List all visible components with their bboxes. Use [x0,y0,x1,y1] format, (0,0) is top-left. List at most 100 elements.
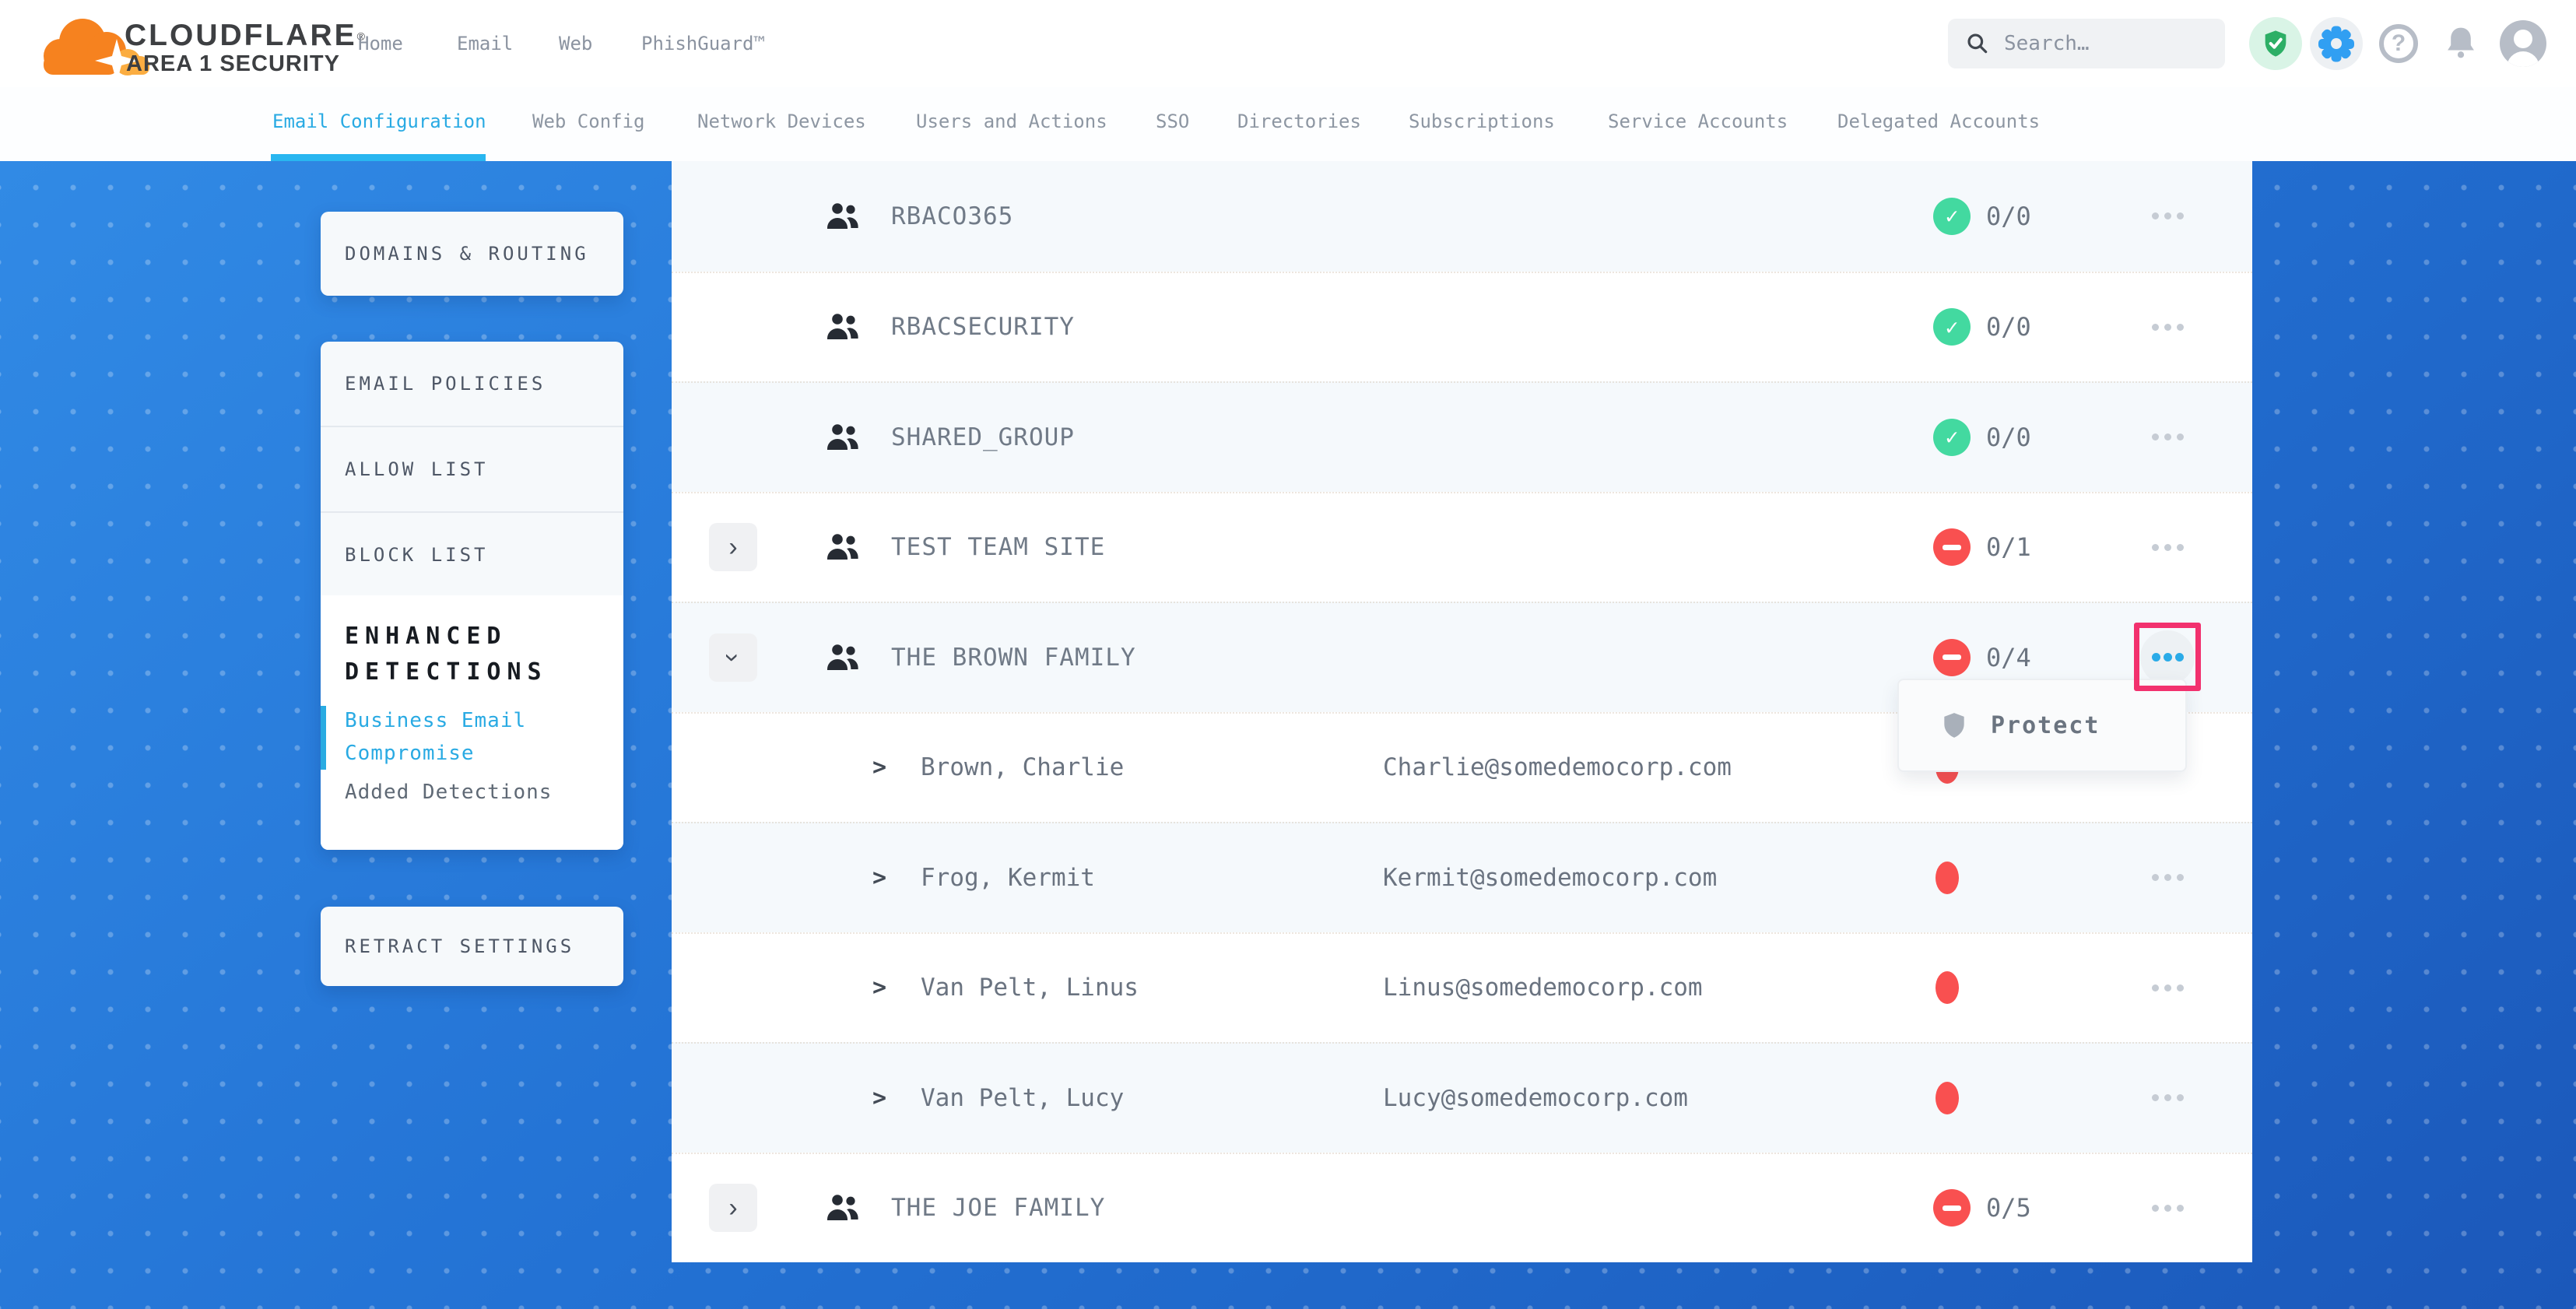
more-actions-button[interactable] [2152,1200,2184,1216]
sidebar-item-email-policies[interactable]: EMAIL POLICIES [321,342,623,427]
sidebar-item-allow-list[interactable]: ALLOW LIST [321,427,623,513]
protection-count: 0/1 [1986,532,2031,562]
expand-row-button[interactable] [709,523,757,571]
active-tab-indicator [271,154,486,161]
group-icon [824,642,862,673]
group-name: TEST TEAM SITE [891,533,1105,561]
brand-subtitle: AREA 1 SECURITY [126,51,340,77]
member-email: Linus@somedemocorp.com [1383,974,1703,1002]
table-row-member: Van Pelt, Lucy Lucy@somedemocorp.com [672,1042,2252,1153]
tab-email-configuration[interactable]: Email Configuration [272,111,486,132]
protection-count: 0/0 [1986,312,2031,342]
avatar [2500,20,2546,67]
annotation-highlight-box [2134,623,2201,691]
sidebar-item-added-detections[interactable]: Added Detections [321,781,623,804]
status-badge-pass [1933,419,1971,456]
tab-users-and-actions[interactable]: Users and Actions [916,111,1107,132]
app-header: CLOUDFLARE® AREA 1 SECURITY Home Email W… [0,0,2576,89]
chevron-right-icon[interactable] [872,1084,886,1111]
group-name: RBACO365 [891,202,1013,230]
member-email: Charlie@somedemocorp.com [1383,753,1732,781]
more-actions-button[interactable] [2152,980,2184,995]
sidebar-item-domains-routing[interactable]: DOMAINS & ROUTING [321,212,623,296]
member-email: Kermit@somedemocorp.com [1383,864,1717,892]
group-icon [824,422,862,453]
member-email: Lucy@somedemocorp.com [1383,1084,1688,1112]
member-name: Frog, Kermit [921,864,1095,892]
status-badge-pass [1933,308,1971,346]
help-icon[interactable]: ? [2372,17,2425,70]
sidebar-sublabel: Business Email Compromise [345,709,526,765]
tab-directories[interactable]: Directories [1237,111,1361,132]
sidebar-item-business-email-compromise[interactable]: Business Email Compromise [321,704,578,770]
nav-item-web[interactable]: Web [559,33,592,54]
protection-count: 0/0 [1986,202,2031,231]
group-name: SHARED_GROUP [891,423,1075,451]
group-icon [824,532,862,563]
chevron-right-icon [728,1195,737,1221]
gear-glyph [2315,22,2358,65]
shield-check-icon[interactable] [2249,17,2302,70]
menu-item-protect[interactable]: Protect [1991,712,2100,739]
search-icon [1965,31,1990,56]
tab-subscriptions[interactable]: Subscriptions [1409,111,1555,132]
tab-sso[interactable]: SSO [1156,111,1189,132]
sidebar-item-retract-settings[interactable]: RETRACT SETTINGS [321,907,623,986]
member-name: Van Pelt, Lucy [921,1084,1124,1112]
tab-web-config[interactable]: Web Config [532,111,645,132]
group-icon [824,311,862,342]
protection-count: 0/0 [1986,423,2031,452]
table-row-group: TEST TEAM SITE 0/1 [672,492,2252,602]
more-actions-button[interactable] [2152,209,2184,224]
status-badge-pass [1933,198,1971,235]
sidebar-label: EMAIL POLICIES [321,373,546,395]
sidebar-item-block-list[interactable]: BLOCK LIST [321,513,623,597]
nav-item-phishguard[interactable]: PhishGuard™ [641,33,765,54]
sidebar-label: RETRACT SETTINGS [321,935,574,957]
status-badge-fail [1933,639,1971,676]
nav-item-email[interactable]: Email [457,33,513,54]
account-avatar-icon[interactable] [2497,17,2550,70]
status-dot-fail [1936,862,1959,894]
shield-icon [1939,711,1969,740]
tab-service-accounts[interactable]: Service Accounts [1608,111,1788,132]
chevron-right-icon[interactable] [872,864,886,891]
brand-name: CLOUDFLARE [125,19,357,52]
nav-item-home[interactable]: Home [358,33,403,54]
chevron-right-icon[interactable] [872,974,886,1002]
member-name: Van Pelt, Linus [921,974,1139,1002]
brand-wordmark: CLOUDFLARE® [125,19,365,53]
more-actions-button[interactable] [2152,870,2184,886]
group-icon [824,201,862,232]
protection-count: 0/5 [1986,1193,2031,1223]
table-row-member: Frog, Kermit Kermit@somedemocorp.com [672,822,2252,932]
collapse-row-button[interactable] [709,633,757,682]
expand-row-button[interactable] [709,1184,757,1232]
table-row-group: RBACSECURITY 0/0 [672,272,2252,382]
more-actions-button[interactable] [2152,319,2184,335]
notifications-bell-icon[interactable] [2434,17,2487,70]
search-box [1948,19,2225,68]
chevron-right-icon [728,534,737,560]
table-row-group: THE JOE FAMILY 0/5 [672,1153,2252,1263]
sidebar-item-enhanced-detections[interactable]: ENHANCED DETECTIONS Business Email Compr… [321,595,623,850]
table-row-group: RBACO365 0/0 [672,161,2252,272]
group-name: RBACSECURITY [891,313,1075,341]
status-dot-fail [1936,1082,1959,1114]
more-actions-button[interactable] [2152,1090,2184,1106]
sidebar-label: ALLOW LIST [321,458,489,480]
sidebar-policies-card: EMAIL POLICIES ALLOW LIST BLOCK LIST ENH… [321,342,623,850]
more-actions-button[interactable] [2152,430,2184,445]
tab-network-devices[interactable]: Network Devices [697,111,866,132]
tab-delegated-accounts[interactable]: Delegated Accounts [1837,111,2040,132]
group-icon [824,1192,862,1223]
more-actions-button[interactable] [2152,539,2184,555]
table-row-member: Van Pelt, Linus Linus@somedemocorp.com [672,932,2252,1043]
chevron-right-icon[interactable] [872,754,886,781]
member-name: Brown, Charlie [921,753,1124,781]
table-row-group: SHARED_GROUP 0/0 [672,381,2252,492]
search-input[interactable] [2002,31,2192,56]
settings-gear-icon[interactable] [2310,17,2363,70]
chevron-down-icon [720,653,746,662]
secondary-nav: Email Configuration Web Config Network D… [0,87,2576,161]
